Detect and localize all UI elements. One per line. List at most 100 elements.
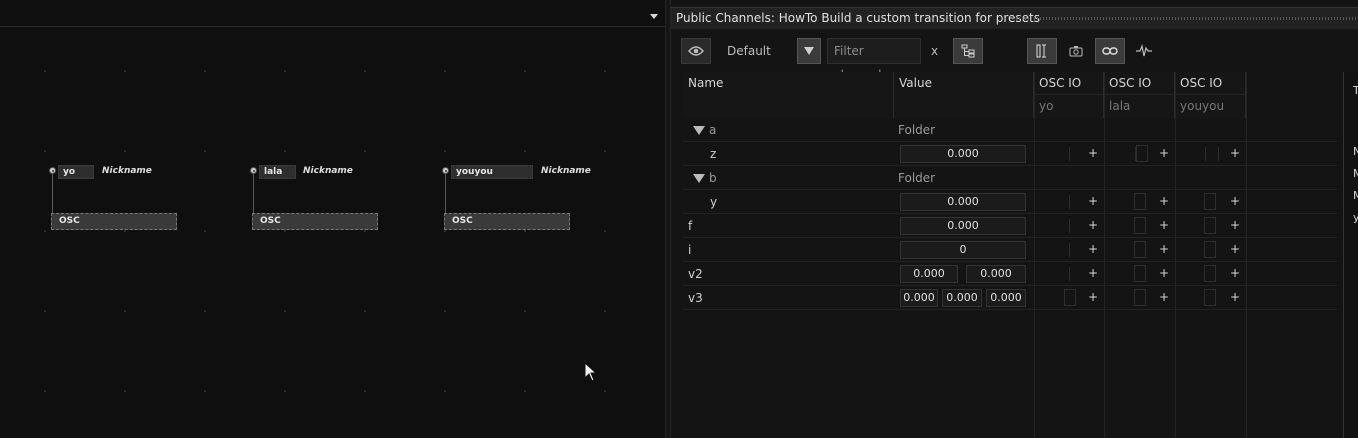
node-name-label[interactable]: yo xyxy=(58,165,94,179)
grid-dot xyxy=(44,150,46,152)
add-osc-button[interactable]: + xyxy=(1230,238,1240,260)
grid-dot xyxy=(444,70,446,72)
row-name: y xyxy=(710,195,718,209)
filter-channels-input[interactable]: Filter channels... xyxy=(827,38,921,82)
add-osc-button[interactable]: + xyxy=(1230,286,1240,308)
grid-dot xyxy=(364,70,366,72)
value-field[interactable]: 0.000 xyxy=(900,217,1026,235)
add-osc-button[interactable]: + xyxy=(1159,286,1169,308)
camera-icon[interactable] xyxy=(1061,38,1091,64)
add-osc-button[interactable]: + xyxy=(1159,238,1169,260)
preset-dropdown-button[interactable] xyxy=(797,38,821,64)
grid-dot xyxy=(284,150,286,152)
grid-dot xyxy=(124,150,126,152)
grid-dot xyxy=(284,310,286,312)
node-connector-line xyxy=(52,171,53,215)
eye-icon[interactable] xyxy=(681,38,711,64)
waveform-icon[interactable] xyxy=(1129,38,1159,64)
value-field[interactable]: 0.000 xyxy=(966,265,1026,283)
add-osc-button[interactable]: + xyxy=(1230,214,1240,236)
node-name-label[interactable]: youyou xyxy=(451,165,533,179)
add-osc-button[interactable]: + xyxy=(1088,262,1098,284)
add-osc-button[interactable]: + xyxy=(1088,238,1098,260)
grid-dot xyxy=(604,70,606,72)
value-field[interactable]: 0.000 xyxy=(900,265,958,283)
add-osc-button[interactable]: + xyxy=(1159,190,1169,212)
table-row[interactable]: f 0.000 + + + xyxy=(683,214,1337,238)
column-header-osc-youyou[interactable]: OSC IO youyou xyxy=(1175,72,1246,118)
grid-dot xyxy=(284,70,286,72)
panel-title-bar[interactable]: Public Channels: HowTo Build a custom tr… xyxy=(671,7,1358,29)
node-nickname[interactable]: Nickname xyxy=(541,165,591,178)
clear-filter-button[interactable]: x xyxy=(931,38,943,64)
add-osc-button[interactable]: + xyxy=(1230,190,1240,212)
column-header-osc-yo[interactable]: OSC IO yo xyxy=(1034,72,1104,118)
add-osc-button[interactable]: + xyxy=(1159,262,1169,284)
node-connector-line xyxy=(445,171,446,215)
column-subheader: yo xyxy=(1034,94,1103,117)
grid-dot xyxy=(524,150,526,152)
chevron-down-icon[interactable] xyxy=(650,14,658,19)
value-field[interactable]: 0.000 xyxy=(900,145,1026,163)
grid-dot xyxy=(44,70,46,72)
node-nickname[interactable]: Nickname xyxy=(303,165,353,178)
node-editor[interactable]: yo Nickname OSC lala Nickname OSC youyou… xyxy=(0,0,665,438)
table-row[interactable]: i 0 + + + xyxy=(683,238,1337,262)
transition-item: M xyxy=(1353,189,1358,202)
expand-triangle-icon[interactable] xyxy=(693,126,705,135)
grid-dot xyxy=(364,390,366,392)
table-row[interactable]: v3 0.000 0.000 0.000 + + + xyxy=(683,286,1337,310)
row-folder-label: Folder xyxy=(898,171,936,185)
grid-dot xyxy=(124,310,126,312)
value-field[interactable]: 0.000 xyxy=(900,289,938,307)
drag-handle[interactable] xyxy=(1016,17,1356,20)
transition-column: Tr N M M y xyxy=(1343,72,1358,438)
column-header-osc-lala[interactable]: OSC IO lala xyxy=(1104,72,1175,118)
node-input-pin[interactable] xyxy=(49,167,56,174)
grid-dot xyxy=(444,310,446,312)
node-osc-youyou[interactable]: youyou Nickname OSC xyxy=(442,165,602,235)
node-name-label[interactable]: lala xyxy=(259,165,296,179)
add-osc-button[interactable]: + xyxy=(1159,214,1169,236)
column-subheader: lala xyxy=(1104,94,1174,117)
expand-triangle-icon[interactable] xyxy=(693,174,705,183)
node-osc-lala[interactable]: lala Nickname OSC xyxy=(250,165,390,235)
table-row-folder[interactable]: b Folder xyxy=(683,166,1337,190)
add-osc-button[interactable]: + xyxy=(1088,286,1098,308)
node-osc-yo[interactable]: yo Nickname OSC xyxy=(49,165,189,235)
value-field[interactable]: 0 xyxy=(900,241,1026,259)
node-input-pin[interactable] xyxy=(250,167,257,174)
table-row-folder[interactable]: a Folder xyxy=(683,118,1337,142)
preset-label[interactable]: Default xyxy=(727,38,787,64)
link-icon[interactable] xyxy=(1095,38,1125,64)
transition-header[interactable]: Tr xyxy=(1353,84,1358,98)
add-osc-button[interactable]: + xyxy=(1088,142,1098,164)
table-row[interactable]: y 0.000 + + + xyxy=(683,190,1337,214)
grid-dot xyxy=(604,310,606,312)
node-nickname[interactable]: Nickname xyxy=(102,165,152,178)
grid-dot xyxy=(604,230,606,232)
channels-table: Name Value OSC IO yo OSC IO lala OSC IO you… xyxy=(683,72,1337,438)
value-field[interactable]: 0.000 xyxy=(986,289,1026,307)
table-row[interactable]: z 0.000 + + + xyxy=(683,142,1337,166)
public-channels-panel: Public Channels: HowTo Build a custom tr… xyxy=(671,0,1358,438)
chevron-down-icon xyxy=(804,47,814,55)
add-osc-button[interactable]: + xyxy=(1088,190,1098,212)
node-input-pin[interactable] xyxy=(442,167,449,174)
add-osc-button[interactable]: + xyxy=(1230,262,1240,284)
value-field[interactable]: 0.000 xyxy=(942,289,982,307)
table-row[interactable]: v2 0.000 0.000 + + + xyxy=(683,262,1337,286)
add-osc-button[interactable]: + xyxy=(1159,142,1169,164)
add-osc-button[interactable]: + xyxy=(1230,142,1240,164)
hierarchy-icon[interactable] xyxy=(953,38,983,64)
row-name: z xyxy=(710,147,717,161)
node-osc-box[interactable]: OSC xyxy=(51,213,177,230)
node-osc-box[interactable]: OSC xyxy=(252,213,378,230)
node-osc-box[interactable]: OSC xyxy=(444,213,570,230)
add-osc-button[interactable]: + xyxy=(1088,214,1098,236)
column-header-value[interactable]: Value xyxy=(894,72,1034,118)
value-field[interactable]: 0.000 xyxy=(900,193,1026,211)
column-subheader: youyou xyxy=(1175,94,1245,117)
column-header-name[interactable]: Name xyxy=(683,72,894,118)
columns-icon[interactable] xyxy=(1027,38,1057,64)
